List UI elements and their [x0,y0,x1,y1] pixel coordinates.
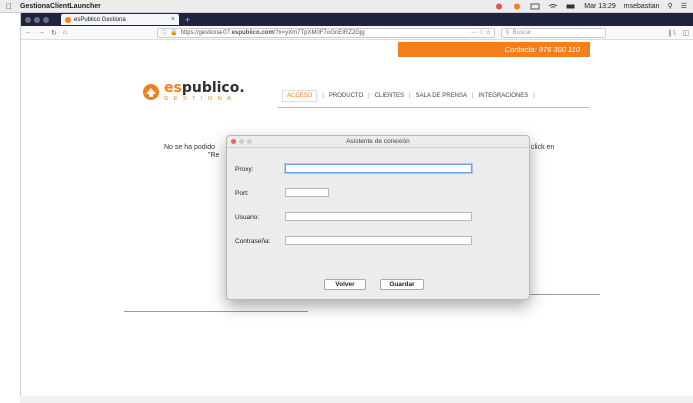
error-message-left: No se ha podido [164,144,215,151]
notification-center-icon[interactable]: ☰ [681,2,687,10]
airplay-icon[interactable] [530,3,540,10]
url-text: https://gestiona-07.espublico.com/?x=yXm… [180,29,365,36]
connection-wizard-dialog: Asistente de conexión Proxy: Port: Usuar… [226,135,530,300]
proxy-label: Proxy: [235,166,254,173]
dialog-titlebar[interactable]: Asistente de conexión [227,136,529,148]
reload-icon[interactable]: ↻ [51,29,57,37]
window-controls [25,16,49,23]
forward-icon[interactable]: → [38,29,45,36]
search-icon: ⚲ [505,30,510,36]
decorative-line-right [530,294,600,295]
guardar-button[interactable]: Guardar [380,279,424,290]
error-message-left-2: "Re [208,152,220,159]
dialog-zoom-button[interactable] [247,139,252,144]
battery-icon[interactable] [566,3,576,10]
page-footer-strip [20,396,693,403]
library-icon[interactable]: ∥∖ [668,29,676,37]
port-input[interactable] [285,188,329,197]
contrasena-label: Contraseña: [235,238,271,245]
zoom-window-button[interactable] [43,16,49,23]
nav-producto[interactable]: PRODUCTO [329,93,363,99]
nav-separator: | [322,93,324,99]
tab-bar: esPublico Gestiona × + [21,13,693,26]
port-label: Port: [235,190,249,197]
menubar-extra-icon[interactable] [494,3,504,10]
macos-menubar:  GestionaClientLauncher Mar 13:29 mseba… [0,0,693,13]
nav-separator: | [409,93,411,99]
app-name[interactable]: GestionaClientLauncher [20,3,101,10]
usuario-input[interactable] [285,212,472,221]
search-placeholder: Buscar [512,29,532,36]
apple-icon[interactable]:  [6,2,12,11]
logo-mark-icon [143,84,159,100]
error-message-right: click en [531,144,555,151]
url-bar[interactable]: ⓘ 🔒 https://gestiona-07.espublico.com/?x… [157,27,496,38]
close-window-button[interactable] [25,16,31,23]
nav-separator: | [368,93,370,99]
nav-integraciones[interactable]: INTEGRACIONES [479,93,529,99]
browser-tab[interactable]: esPublico Gestiona × [61,14,179,25]
usuario-label: Usuario: [235,214,260,221]
search-bar[interactable]: ⚲ Buscar [501,27,607,38]
spotlight-icon[interactable]: ⚲ [668,2,673,10]
volver-button[interactable]: Volver [324,279,366,290]
logo-wordmark: espublico. [164,80,245,96]
toolbar-right: ∥∖ ◫ [668,29,689,37]
close-tab-icon[interactable]: × [171,16,175,23]
decorative-line-left [124,311,308,312]
logo-subtitle: GESTIONA [164,96,237,102]
clock[interactable]: Mar 13:29 [584,3,616,10]
home-icon[interactable]: ⌂ [63,29,67,36]
contact-banner: Contacta: 976 300 110 [398,42,590,57]
nav-separator: | [471,93,474,99]
nav-acceso[interactable]: ACCESO [282,90,318,102]
page-actions-icon[interactable]: ··· ♢ ☆ [471,29,491,36]
logo-text-block: espublico. GESTIONA [164,80,245,102]
dialog-window-controls [231,139,252,144]
new-tab-icon[interactable]: + [185,15,190,25]
dialog-title: Asistente de conexión [346,138,410,145]
nav-clientes[interactable]: CLIENTES [375,93,404,99]
contrasena-input[interactable] [285,236,472,245]
info-icon[interactable]: ⓘ [161,28,167,37]
user-name[interactable]: msebastian [624,3,660,10]
minimize-window-button[interactable] [34,16,40,23]
tab-title: esPublico Gestiona [74,16,126,23]
sidebar-icon[interactable]: ◫ [682,29,689,37]
menubar-status-area: Mar 13:29 msebastian ⚲ ☰ [494,2,687,10]
espublico-logo[interactable]: espublico. GESTIONA [142,80,245,102]
site-navigation: ACCESO | PRODUCTO | CLIENTES | SALA DE P… [282,90,535,102]
dialog-minimize-button[interactable] [239,139,244,144]
proxy-input[interactable] [285,164,472,173]
nav-separator: | [533,93,535,99]
wifi-icon[interactable] [548,3,558,10]
dialog-close-button[interactable] [231,139,236,144]
lock-icon: 🔒 [170,30,178,36]
navigation-toolbar: ← → ↻ ⌂ ⓘ 🔒 https://gestiona-07.espublic… [21,26,693,40]
nav-sala-de-prensa[interactable]: SALA DE PRENSA [416,93,467,99]
favicon-icon [65,16,71,23]
back-icon[interactable]: ← [25,29,32,36]
firefox-dock-icon[interactable] [512,3,522,10]
nav-divider [278,107,590,108]
